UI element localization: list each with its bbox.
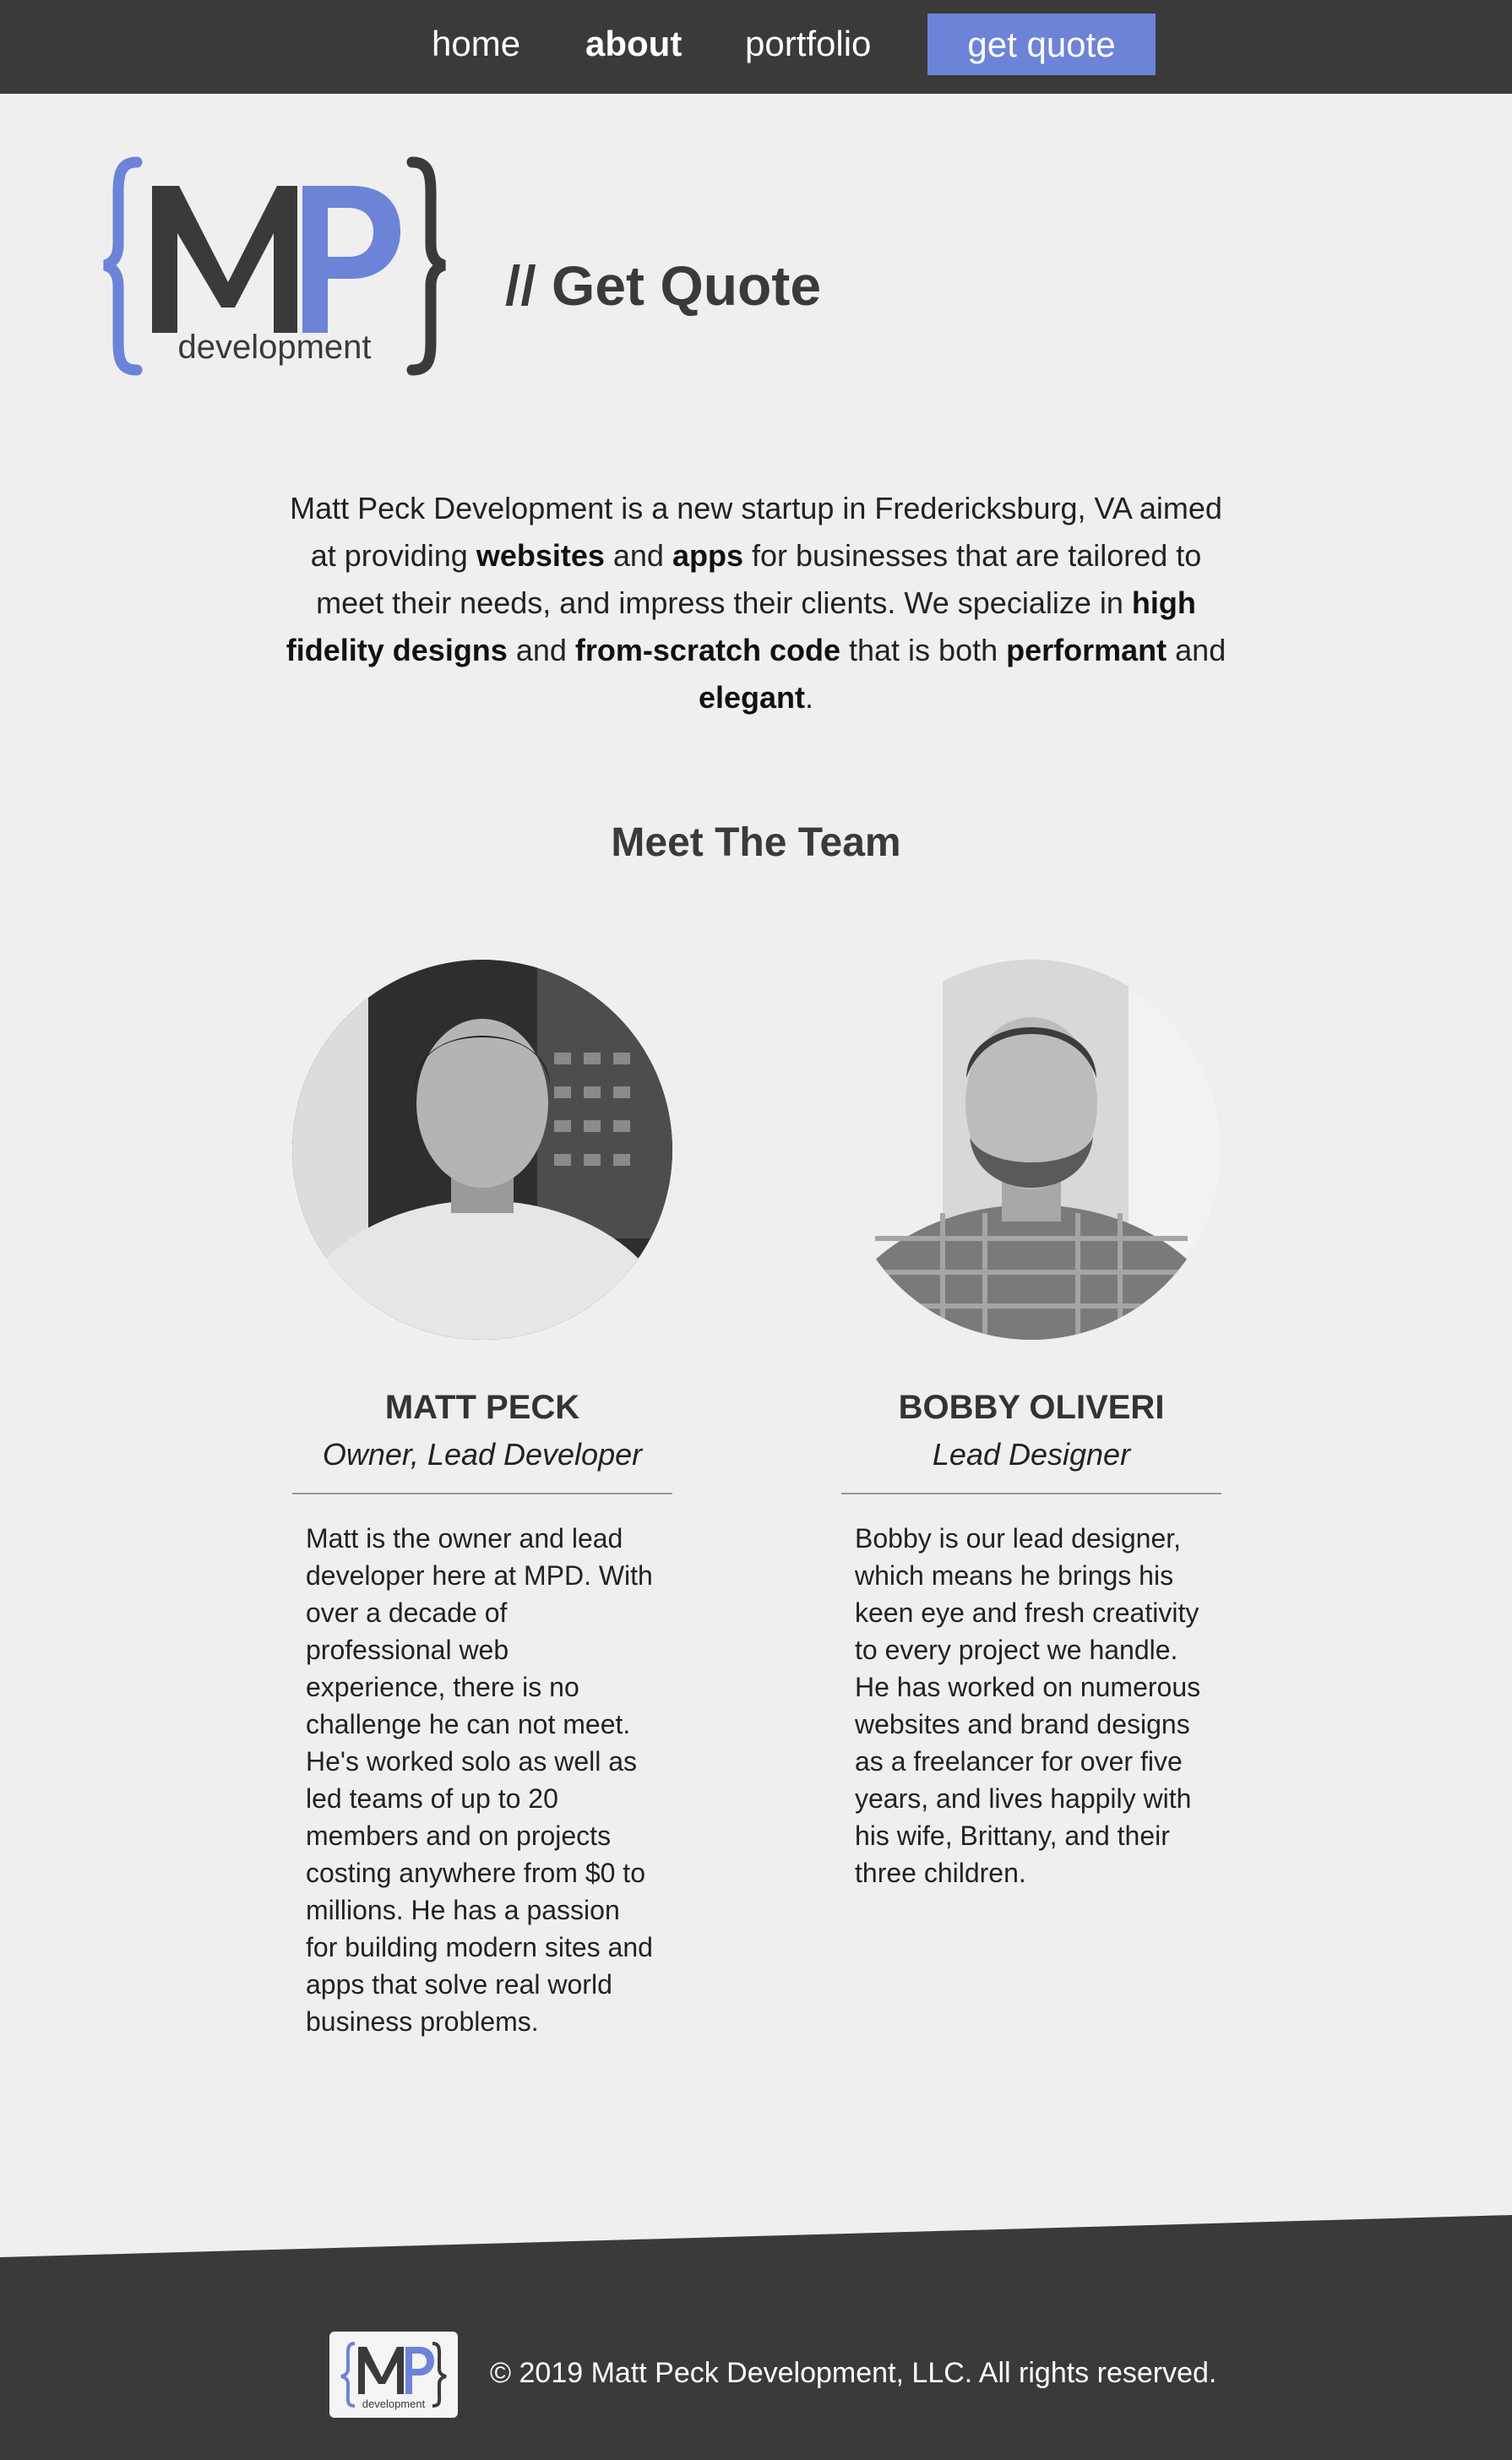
- nav-home-link[interactable]: home: [432, 20, 520, 68]
- copyright-text: © 2019 Matt Peck Development, LLC. All r…: [490, 2357, 1217, 2389]
- page-heading: // Get Quote: [505, 254, 822, 317]
- intro-paragraph: Matt Peck Development is a new startup i…: [286, 491, 1226, 715]
- team-heading: Meet The Team: [611, 820, 901, 865]
- member-name: BOBBY OLIVERI: [898, 1389, 1165, 1426]
- member-photo-bobby: [841, 960, 1221, 1340]
- divider: [292, 1493, 672, 1494]
- team-member-card: BOBBY OLIVERI Lead Designer Bobby is our…: [841, 960, 1221, 1891]
- footer-logo[interactable]: development: [329, 2332, 458, 2418]
- member-bio: Bobby is our lead designer, which means …: [855, 1523, 1201, 1888]
- member-bio: Matt is the owner and lead developer her…: [306, 1523, 653, 2037]
- get-quote-button[interactable]: get quote: [927, 14, 1156, 75]
- top-nav: home about portfolio get quote: [0, 0, 1512, 94]
- member-name: MATT PECK: [384, 1389, 580, 1426]
- member-photo-matt: [292, 960, 672, 1340]
- divider: [841, 1493, 1221, 1494]
- nav-about-link[interactable]: about: [585, 20, 682, 68]
- nav-portfolio-link[interactable]: portfolio: [745, 20, 871, 68]
- logo-word-text: development: [177, 329, 371, 366]
- member-role: Owner, Lead Developer: [322, 1437, 643, 1472]
- team-member-card: MATT PECK Owner, Lead Developer Matt is …: [292, 960, 672, 2040]
- svg-text:development: development: [177, 329, 371, 366]
- footer: [0, 2215, 1512, 2460]
- mp-development-logo[interactable]: development: [101, 155, 448, 377]
- svg-text:development: development: [362, 2397, 426, 2410]
- member-role: Lead Designer: [932, 1437, 1131, 1472]
